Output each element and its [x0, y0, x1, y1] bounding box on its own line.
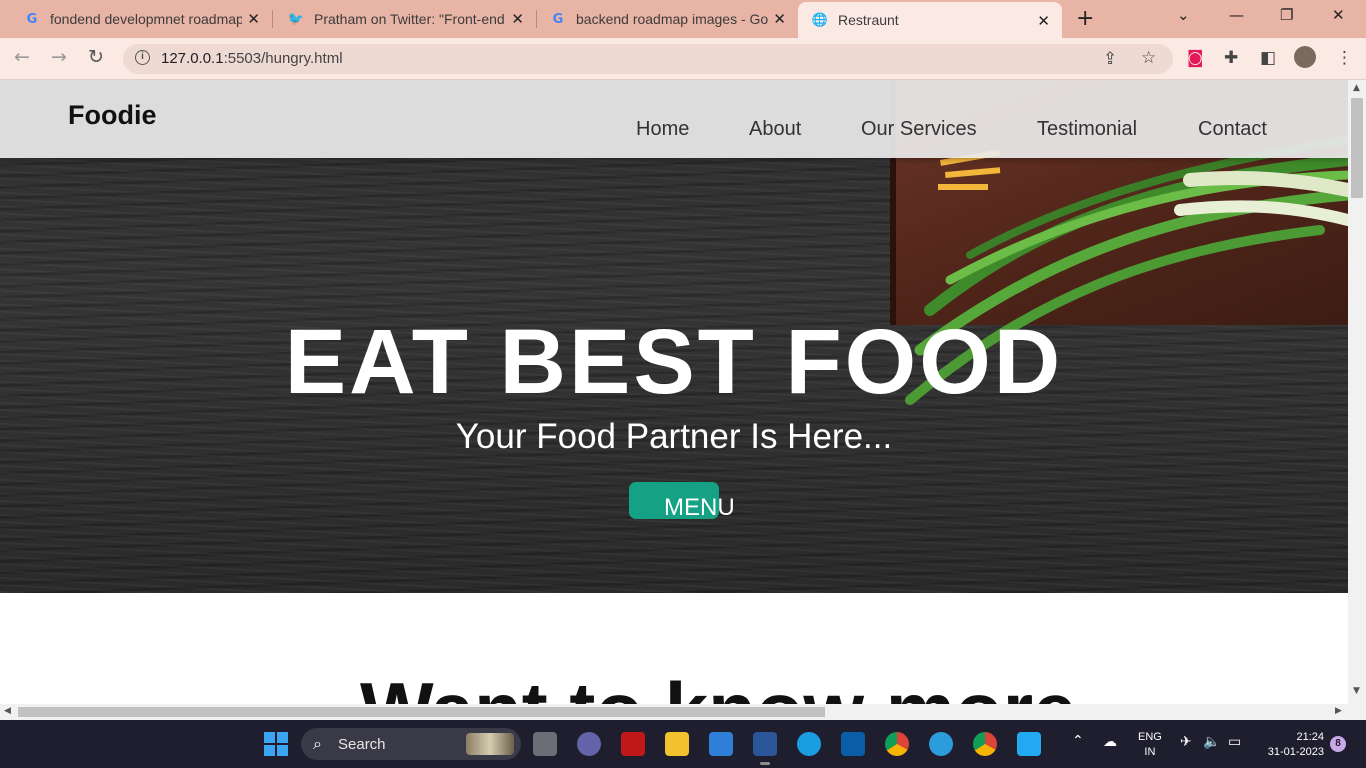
volume-icon[interactable]: 🔈 — [1203, 734, 1220, 750]
region-code: IN — [1144, 746, 1156, 758]
airplane-mode-icon[interactable]: ✈ — [1180, 734, 1192, 750]
tab-search-chevron-icon[interactable]: ⌄ — [1177, 6, 1190, 24]
clock-time: 21:24 — [1296, 731, 1324, 743]
chrome-active-icon[interactable] — [973, 732, 997, 756]
search-label: Search — [338, 736, 386, 753]
taskbar: ⌕ Search ⌃ ☁ ENG IN ✈ 🔈 ▭ 21:24 31-01-20… — [0, 720, 1366, 768]
address-bar[interactable]: i 127.0.0.1:5503/hungry.html ⇪ ☆ — [123, 44, 1173, 74]
nav-link-home[interactable]: Home — [636, 118, 689, 141]
hero-title: EAT BEST FOOD — [284, 311, 1064, 413]
bookmark-star-icon[interactable]: ☆ — [1141, 48, 1156, 68]
scroll-left-arrow-icon[interactable]: ◀ — [4, 706, 11, 716]
browser-tab-strip: G fondend developmnet roadmap ✕ 🐦 Pratha… — [0, 0, 1366, 38]
horizontal-scrollbar[interactable]: ◀ ▶ — [0, 704, 1348, 720]
site-info-icon[interactable]: i — [135, 50, 150, 65]
mcafee-icon[interactable] — [621, 732, 645, 756]
teams-chat-icon[interactable] — [577, 732, 601, 756]
tab-restraunt[interactable]: 🌐 Restraunt ✕ — [798, 2, 1062, 38]
search-highlight-image — [466, 733, 514, 755]
twitter-icon: 🐦 — [287, 11, 305, 27]
profile-avatar[interactable] — [1294, 46, 1316, 68]
close-tab-icon[interactable]: ✕ — [511, 10, 524, 28]
battery-icon[interactable]: ▭ — [1228, 734, 1241, 750]
tab-backend-roadmap[interactable]: G backend roadmap images - Goo ✕ — [526, 0, 798, 38]
scrollbar-corner — [1348, 704, 1366, 720]
vscode-icon[interactable] — [1017, 732, 1041, 756]
horizontal-scroll-thumb[interactable] — [18, 707, 825, 717]
chrome-icon[interactable] — [885, 732, 909, 756]
url-text: 127.0.0.1:5503/hungry.html — [161, 50, 343, 67]
language-code: ENG — [1138, 731, 1162, 743]
windows-start-icon[interactable] — [264, 732, 288, 756]
taskbar-search[interactable]: ⌕ Search — [301, 728, 521, 760]
reload-icon[interactable]: ↻ — [88, 46, 104, 68]
forward-arrow-icon[interactable]: → — [51, 46, 67, 68]
microsoft-store-icon[interactable] — [709, 732, 733, 756]
onedrive-icon[interactable]: ☁ — [1103, 734, 1117, 750]
tab-title: Restraunt — [838, 12, 899, 28]
scroll-right-arrow-icon[interactable]: ▶ — [1335, 706, 1342, 716]
close-tab-icon[interactable]: ✕ — [1037, 12, 1050, 30]
vertical-scroll-thumb[interactable] — [1351, 98, 1363, 198]
minimize-icon[interactable]: — — [1229, 6, 1244, 24]
task-view-icon[interactable] — [533, 732, 557, 756]
nav-link-testimonial[interactable]: Testimonial — [1037, 118, 1137, 141]
tab-fondend-roadmap[interactable]: G fondend developmnet roadmap ✕ — [0, 0, 272, 38]
url-path: :5503/hungry.html — [223, 50, 343, 67]
close-tab-icon[interactable]: ✕ — [773, 10, 786, 28]
tab-title: fondend developmnet roadmap — [50, 11, 242, 27]
section-heading: Want to know more — [360, 665, 1076, 704]
menu-button-label[interactable]: MENU — [664, 494, 735, 522]
scroll-up-arrow-icon[interactable]: ▲ — [1353, 83, 1360, 93]
edge-icon[interactable] — [797, 732, 821, 756]
vertical-scrollbar[interactable]: ▲ ▼ — [1348, 80, 1366, 704]
back-arrow-icon[interactable]: ← — [14, 46, 30, 68]
help-icon[interactable] — [929, 732, 953, 756]
scroll-down-arrow-icon[interactable]: ▼ — [1353, 686, 1360, 696]
new-tab-button[interactable]: + — [1076, 6, 1094, 31]
news-icon[interactable] — [841, 732, 865, 756]
tab-title: Pratham on Twitter: "Front-end — [314, 11, 505, 27]
language-indicator[interactable]: ENG IN — [1138, 730, 1162, 760]
clock-date: 31-01-2023 — [1267, 746, 1324, 758]
restore-icon[interactable]: ❐ — [1280, 6, 1293, 24]
more-menu-icon[interactable]: ⋮ — [1336, 48, 1353, 68]
browser-toolbar: ← → ↻ i 127.0.0.1:5503/hungry.html ⇪ ☆ ◙… — [0, 38, 1366, 80]
notification-badge[interactable]: 8 — [1330, 736, 1346, 752]
side-panel-icon[interactable]: ◧ — [1260, 48, 1276, 68]
search-icon: ⌕ — [313, 734, 322, 753]
tab-pratham-twitter[interactable]: 🐦 Pratham on Twitter: "Front-end ✕ — [264, 0, 536, 38]
tab-title: backend roadmap images - Goo — [576, 11, 768, 27]
hero-subtitle: Your Food Partner Is Here... — [455, 417, 893, 456]
word-icon[interactable] — [753, 732, 777, 765]
google-icon: G — [552, 11, 564, 27]
close-tab-icon[interactable]: ✕ — [247, 10, 260, 28]
close-window-icon[interactable]: ✕ — [1332, 6, 1345, 24]
nav-link-about[interactable]: About — [749, 118, 801, 141]
extension-red-icon[interactable]: ◙ — [1187, 48, 1204, 68]
file-explorer-icon[interactable] — [665, 732, 689, 756]
page-viewport: EAT BEST FOOD Your Food Partner Is Here.… — [0, 80, 1348, 704]
brand-logo[interactable]: Foodie — [68, 100, 157, 131]
url-host: 127.0.0.1 — [161, 50, 224, 67]
globe-icon: 🌐 — [811, 12, 829, 28]
nav-link-contact[interactable]: Contact — [1198, 118, 1267, 141]
system-clock[interactable]: 21:24 31-01-2023 — [1258, 730, 1324, 760]
site-navbar: Foodie Home About Our Services Testimoni… — [0, 80, 1348, 158]
tray-overflow-chevron-icon[interactable]: ⌃ — [1072, 733, 1084, 749]
google-icon: G — [26, 11, 38, 27]
extensions-puzzle-icon[interactable]: ✚ — [1224, 48, 1238, 68]
nav-link-our-services[interactable]: Our Services — [861, 118, 977, 141]
share-icon[interactable]: ⇪ — [1103, 49, 1117, 69]
